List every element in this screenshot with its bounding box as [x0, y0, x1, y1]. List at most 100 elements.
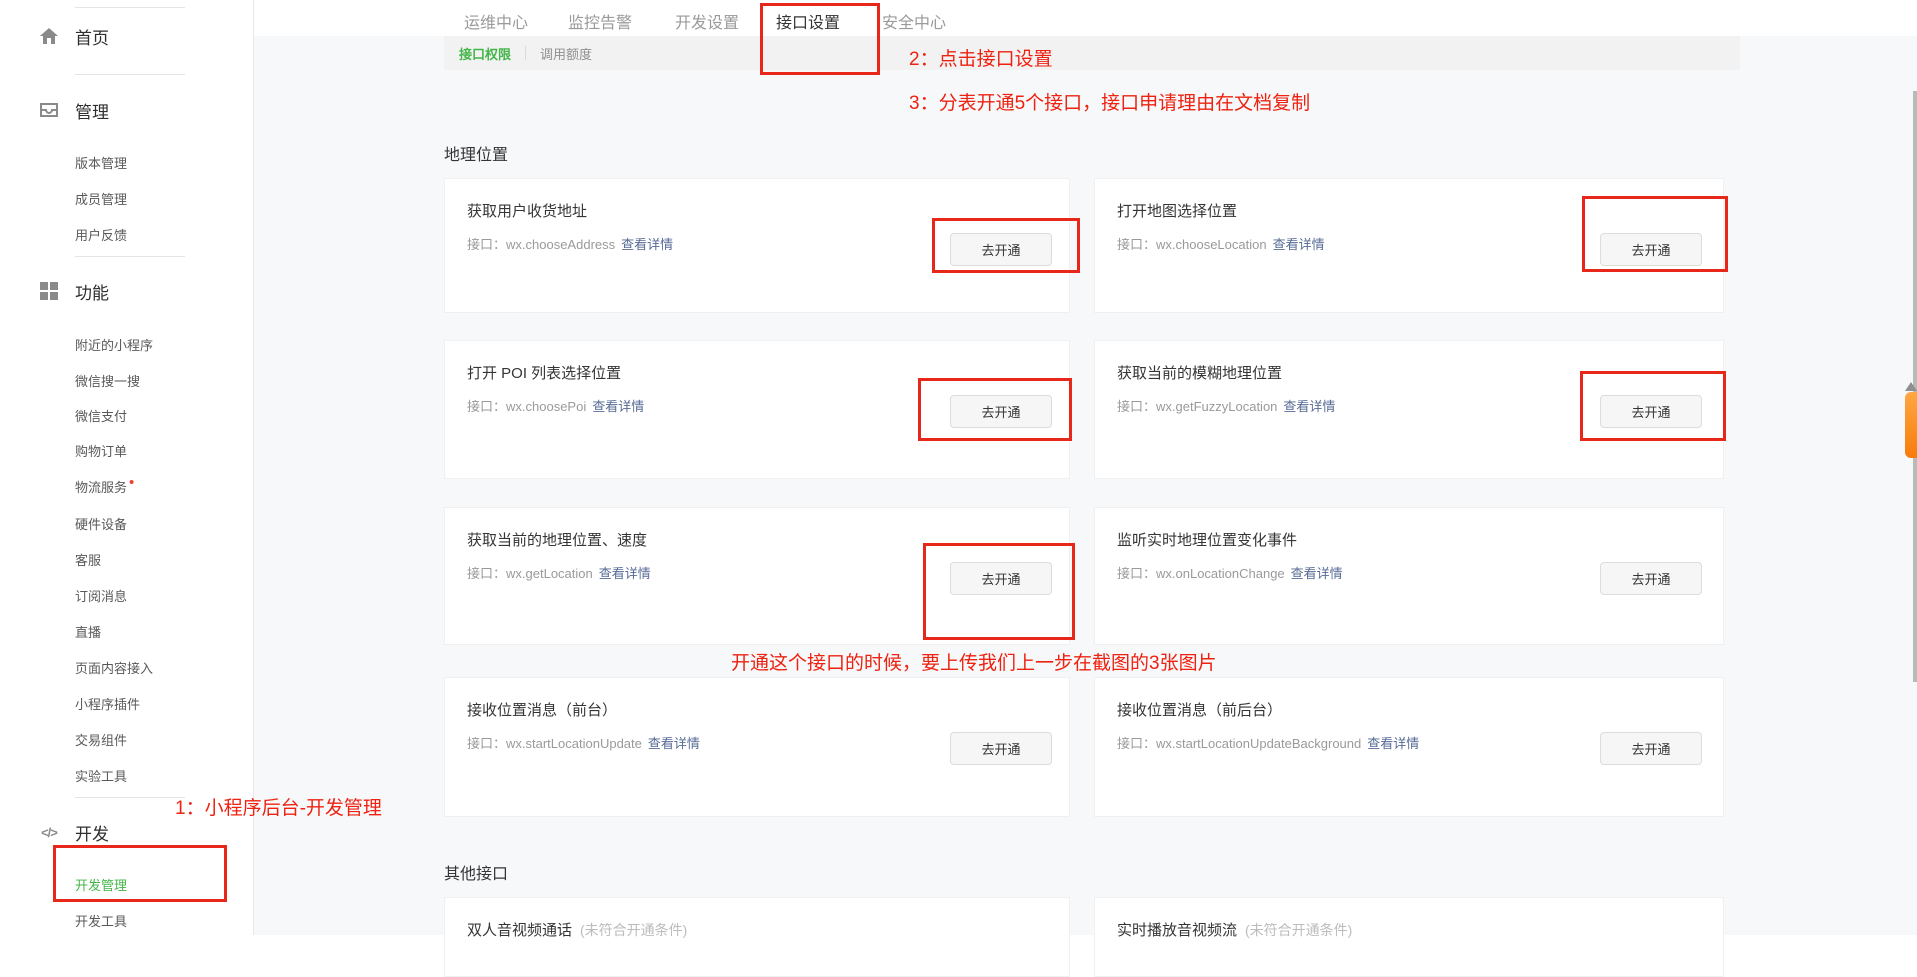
- api-name: wx.onLocationChange: [1156, 566, 1285, 581]
- main-content: 运维中心 监控告警 开发设置 接口设置 安全中心 接口权限 调用额度 地理位置 …: [254, 0, 1917, 935]
- sidebar-item-live[interactable]: 直播: [75, 622, 101, 641]
- sidebar-item-devmanage[interactable]: 开发管理: [75, 875, 127, 894]
- api-card-title: 打开地图选择位置: [1117, 200, 1237, 221]
- sidebar-item-nearby[interactable]: 附近的小程序: [75, 335, 153, 354]
- view-details-link[interactable]: 查看详情: [1291, 566, 1343, 581]
- sidebar-section-label: 功能: [75, 279, 109, 304]
- sidebar-item-pay[interactable]: 微信支付: [75, 406, 127, 425]
- tabs-bar: 运维中心 监控告警 开发设置 接口设置 安全中心: [254, 0, 1917, 36]
- inbox-icon: [38, 99, 60, 121]
- tab-security-center[interactable]: 安全中心: [882, 9, 946, 33]
- tab-monitor-alert[interactable]: 监控告警: [568, 9, 632, 33]
- annotation-step1: 1：小程序后台-开发管理: [175, 793, 382, 820]
- api-name: wx.startLocationUpdateBackground: [1156, 736, 1361, 751]
- view-details-link[interactable]: 查看详情: [599, 566, 651, 581]
- api-card-desc: 接口：wx.getFuzzyLocation 查看详情: [1117, 396, 1335, 415]
- divider: [75, 74, 185, 75]
- code-icon: </>: [38, 821, 60, 843]
- sidebar-item-service[interactable]: 客服: [75, 550, 101, 569]
- api-card-title: 双人音视频通话(未符合开通条件): [467, 919, 687, 940]
- sidebar-item-search[interactable]: 微信搜一搜: [75, 371, 140, 390]
- divider: [75, 7, 185, 8]
- subtab-api-permission[interactable]: 接口权限: [459, 44, 511, 63]
- api-card: 接收位置消息（前后台） 接口：wx.startLocationUpdateBac…: [1094, 677, 1724, 817]
- sidebar-item-subscribe[interactable]: 订阅消息: [75, 586, 127, 605]
- api-card-desc: 接口：wx.chooseAddress 查看详情: [467, 234, 673, 253]
- other-api-title: 双人音视频通话: [467, 922, 572, 939]
- api-card-title: 接收位置消息（前台）: [467, 699, 617, 720]
- sidebar-section-develop[interactable]: </> 开发: [0, 815, 253, 849]
- open-api-button[interactable]: 去开通: [950, 233, 1052, 266]
- home-icon: [38, 25, 60, 47]
- sidebar-section-feature[interactable]: 功能: [0, 274, 253, 308]
- annotation-step2: 2：点击接口设置: [909, 44, 1053, 71]
- api-label: 接口：: [467, 566, 506, 581]
- api-name: wx.chooseLocation: [1156, 237, 1267, 252]
- api-card: 监听实时地理位置变化事件 接口：wx.onLocationChange查看详情 …: [1094, 507, 1724, 645]
- sidebar-item-version[interactable]: 版本管理: [75, 153, 127, 172]
- api-label: 接口：: [1117, 566, 1156, 581]
- api-card-title: 监听实时地理位置变化事件: [1117, 529, 1297, 550]
- scroll-top-arrow-icon: [1905, 382, 1917, 391]
- sidebar-item-logistics[interactable]: 物流服务•: [75, 477, 134, 496]
- sidebar-section-manage[interactable]: 管理: [0, 93, 253, 127]
- api-name: wx.getLocation: [506, 566, 593, 581]
- view-details-link[interactable]: 查看详情: [1367, 736, 1419, 751]
- api-status-text: (未符合开通条件): [1245, 922, 1352, 938]
- sidebar-item-feedback[interactable]: 用户反馈: [75, 225, 127, 244]
- open-api-button[interactable]: 去开通: [950, 732, 1052, 765]
- other-api-title: 实时播放音视频流: [1117, 922, 1237, 939]
- sidebar-item-plugin[interactable]: 小程序插件: [75, 694, 140, 713]
- api-card-title: 打开 POI 列表选择位置: [467, 362, 621, 383]
- sidebar-item-lab[interactable]: 实验工具: [75, 766, 127, 785]
- annotation-step3: 3：分表开通5个接口，接口申请理由在文档复制: [909, 88, 1310, 115]
- view-details-link[interactable]: 查看详情: [621, 237, 673, 252]
- api-card-title: 获取用户收货地址: [467, 200, 587, 221]
- api-card: 打开 POI 列表选择位置 接口：wx.choosePoi查看详情 去开通: [444, 340, 1070, 479]
- view-details-link[interactable]: 查看详情: [592, 399, 644, 414]
- open-api-button[interactable]: 去开通: [950, 562, 1052, 595]
- view-details-link[interactable]: 查看详情: [1283, 399, 1335, 414]
- sidebar-item-label: 首页: [75, 24, 109, 49]
- sidebar-item-trade[interactable]: 交易组件: [75, 730, 127, 749]
- open-api-button[interactable]: 去开通: [1600, 233, 1702, 266]
- api-card-desc: 接口：wx.choosePoi查看详情: [467, 396, 644, 415]
- api-name: wx.getFuzzyLocation: [1156, 399, 1277, 414]
- sidebar-item-hardware[interactable]: 硬件设备: [75, 514, 127, 533]
- api-card: 获取当前的地理位置、速度 接口：wx.getLocation 查看详情 去开通: [444, 507, 1070, 645]
- scrollbar-handle[interactable]: [1905, 392, 1917, 458]
- section-title-geo: 地理位置: [444, 141, 508, 165]
- api-card-desc: 接口：wx.getLocation 查看详情: [467, 563, 651, 582]
- view-details-link[interactable]: 查看详情: [1273, 237, 1325, 252]
- api-card-desc: 接口：wx.onLocationChange 查看详情: [1117, 563, 1343, 582]
- divider: [525, 46, 526, 60]
- subtab-call-quota[interactable]: 调用额度: [540, 44, 592, 63]
- open-api-button[interactable]: 去开通: [1600, 562, 1702, 595]
- tab-api-settings[interactable]: 接口设置: [776, 9, 840, 33]
- section-title-other: 其他接口: [444, 860, 508, 884]
- sidebar-item-members[interactable]: 成员管理: [75, 189, 127, 208]
- tab-ops-center[interactable]: 运维中心: [464, 9, 528, 33]
- open-api-button[interactable]: 去开通: [1600, 395, 1702, 428]
- open-api-button[interactable]: 去开通: [1600, 732, 1702, 765]
- new-badge-dot: •: [129, 474, 134, 491]
- sidebar-item-home[interactable]: 首页: [0, 19, 253, 53]
- api-label: 接口：: [1117, 237, 1156, 252]
- api-name: wx.startLocationUpdate: [506, 736, 642, 751]
- grid-icon: [38, 280, 60, 302]
- api-name: wx.chooseAddress: [506, 237, 615, 252]
- sidebar-item-pagecontent[interactable]: 页面内容接入: [75, 658, 153, 677]
- sidebar-item-devtools[interactable]: 开发工具: [75, 911, 127, 930]
- sidebar-item-orders[interactable]: 购物订单: [75, 441, 127, 460]
- sidebar-section-label: 管理: [75, 98, 109, 123]
- tab-dev-settings[interactable]: 开发设置: [675, 9, 739, 33]
- api-card-title: 获取当前的地理位置、速度: [467, 529, 647, 550]
- divider: [75, 256, 185, 257]
- subtabs-bar: 接口权限 调用额度: [444, 36, 1740, 70]
- api-card: 获取当前的模糊地理位置 接口：wx.getFuzzyLocation查看详情 去…: [1094, 340, 1724, 479]
- api-label: 接口：: [467, 237, 506, 252]
- view-details-link[interactable]: 查看详情: [648, 736, 700, 751]
- api-label: 接口：: [1117, 399, 1156, 414]
- open-api-button[interactable]: 去开通: [950, 395, 1052, 428]
- sidebar-section-label: 开发: [75, 820, 109, 845]
